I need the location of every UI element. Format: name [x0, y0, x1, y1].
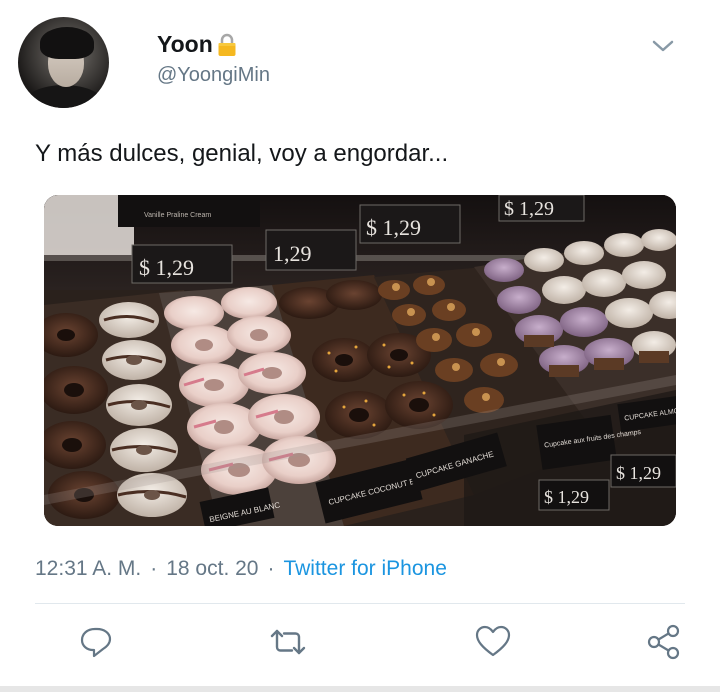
- author-name[interactable]: Yoon: [157, 31, 237, 58]
- divider: [35, 603, 685, 604]
- price-tag: $ 1,29: [359, 204, 461, 244]
- author-handle[interactable]: @YoongiMin: [157, 64, 270, 87]
- price-tag: 1,29: [265, 229, 357, 271]
- tweet-text: Y más dulces, genial, voy a engordar...: [35, 140, 449, 167]
- svg-text:$ 1,29: $ 1,29: [544, 487, 589, 507]
- price-tag: $ 1,29: [498, 195, 585, 222]
- retweet-icon: [268, 624, 308, 665]
- svg-text:1,29: 1,29: [273, 241, 312, 266]
- lock-icon: [217, 33, 237, 57]
- reply-icon: [78, 624, 114, 665]
- share-button[interactable]: [642, 622, 686, 666]
- avatar-shoulders: [23, 85, 105, 108]
- like-button[interactable]: [471, 622, 515, 666]
- chevron-down-icon[interactable]: [651, 36, 675, 56]
- tweet-meta: 12:31 A. M. · 18 oct. 20 · Twitter for i…: [35, 557, 447, 581]
- tweet-date[interactable]: 18 oct. 20: [166, 557, 258, 581]
- bottom-border: [0, 686, 720, 692]
- reply-button[interactable]: [74, 622, 118, 666]
- tweet-time[interactable]: 12:31 A. M.: [35, 557, 141, 581]
- share-icon: [645, 623, 683, 666]
- tweet-actions: [0, 622, 720, 666]
- price-tag: $ 1,29: [610, 454, 676, 488]
- avatar-hair: [40, 27, 94, 59]
- svg-text:$ 1,29: $ 1,29: [366, 215, 421, 240]
- retweet-button[interactable]: [266, 622, 310, 666]
- heart-icon: [474, 624, 512, 665]
- svg-text:$ 1,29: $ 1,29: [139, 255, 194, 280]
- meta-separator: ·: [150, 557, 158, 580]
- svg-text:$ 1,29: $ 1,29: [504, 198, 554, 220]
- svg-text:Vanille Praline Cream: Vanille Praline Cream: [144, 212, 211, 219]
- tweet-photo[interactable]: $ 1,29 1,29 $ 1,29 $ 1,29 Vanille Pralin…: [44, 195, 676, 526]
- avatar[interactable]: [18, 17, 109, 108]
- price-tag: $ 1,29: [131, 244, 233, 284]
- svg-text:$ 1,29: $ 1,29: [616, 463, 661, 483]
- author-name-text: Yoon: [157, 31, 213, 57]
- meta-separator: ·: [267, 557, 275, 580]
- price-tag: $ 1,29: [538, 479, 610, 511]
- tweet-source-link[interactable]: Twitter for iPhone: [283, 557, 446, 581]
